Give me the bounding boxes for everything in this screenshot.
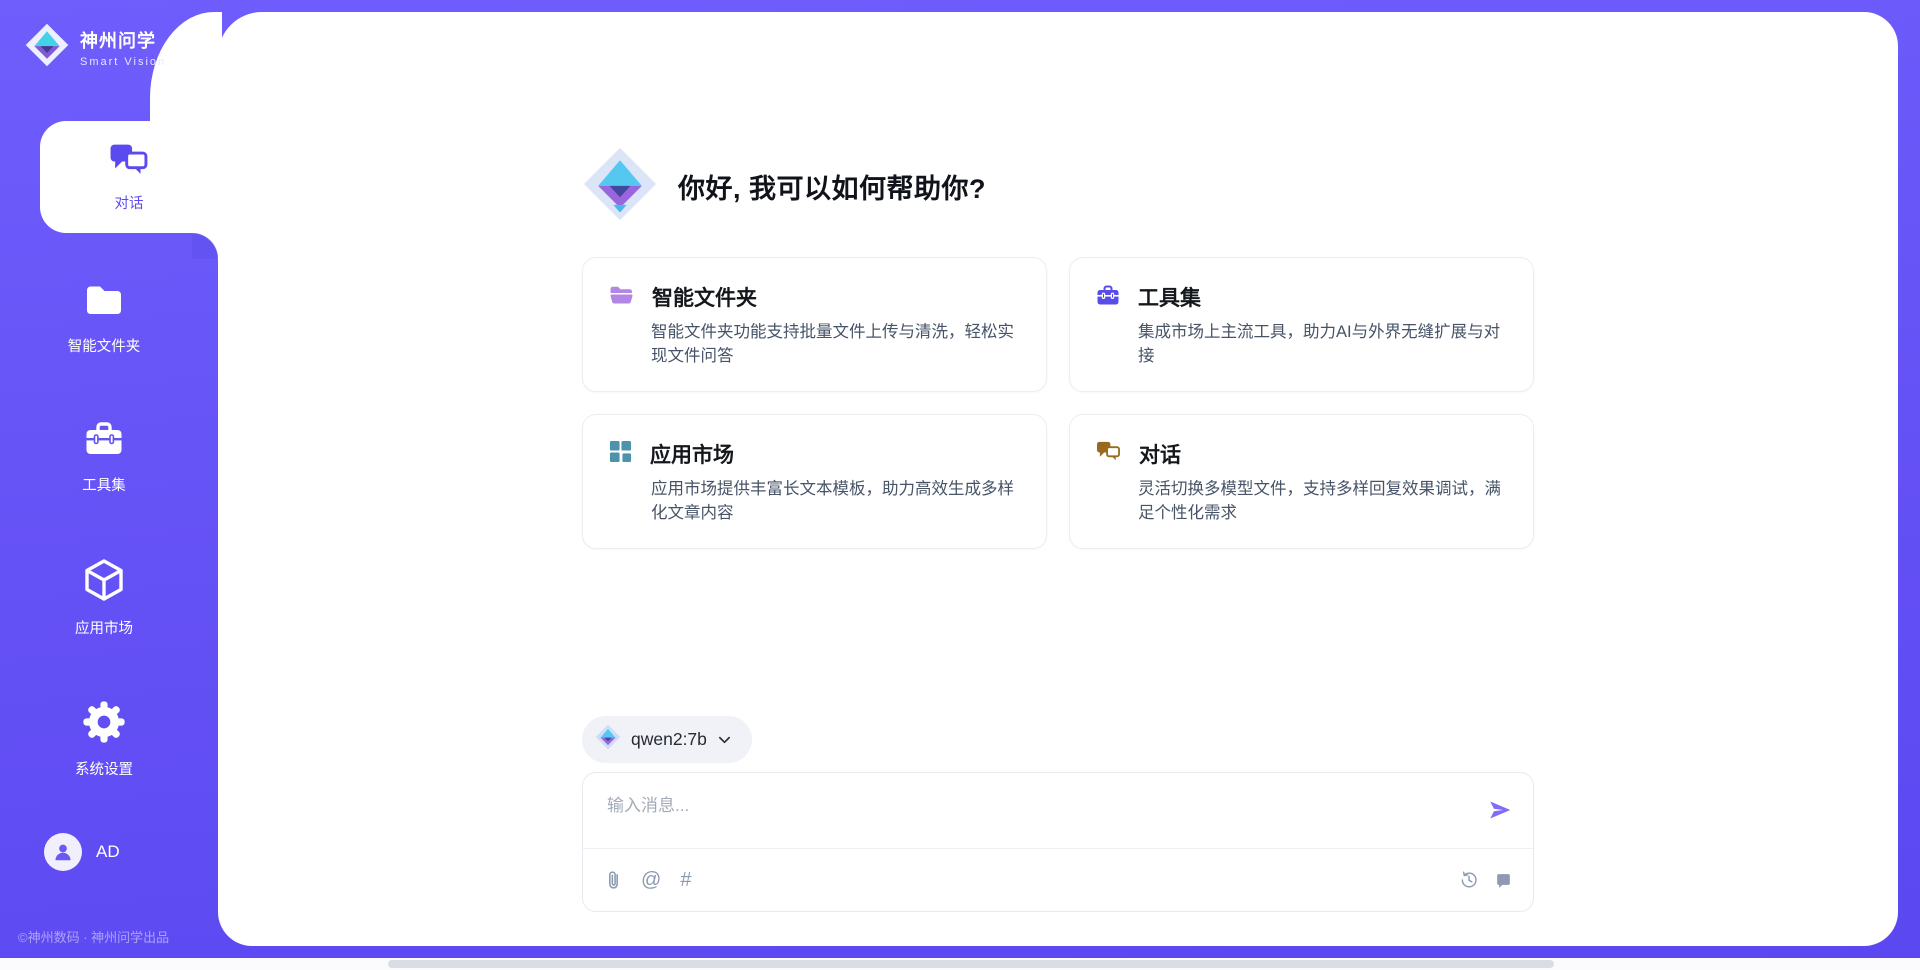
main-content: 你好, 我可以如何帮助你? 智能文件夹 智能文件夹功能支持批量文件上传与清洗，轻… [218,12,1898,946]
attachment-icon[interactable] [605,870,622,891]
chat-icon [109,141,149,184]
user-account[interactable]: AD [44,833,218,871]
card-description: 集成市场上主流工具，助力AI与外界无缝扩展与对接 [1138,321,1507,369]
card-title: 应用市场 [650,439,734,469]
person-icon [52,841,74,863]
cube-icon [81,557,127,608]
folder-icon [81,279,127,326]
message-input-box: @ # [582,772,1534,912]
briefcase-icon [81,418,127,465]
sidebar-item-settings[interactable]: 系统设置 [0,700,208,779]
window-scrollbar[interactable] [0,958,1920,970]
model-selector[interactable]: qwen2:7b [582,716,752,763]
model-diamond-icon [595,724,621,755]
mention-icon[interactable]: @ [641,870,661,890]
brand-name: 神州问学 [80,27,166,53]
hero-diamond-icon [582,146,658,227]
grid-icon [609,440,632,468]
sidebar-item-label: 智能文件夹 [68,335,141,356]
card-smart-folder[interactable]: 智能文件夹 智能文件夹功能支持批量文件上传与清洗，轻松实现文件问答 [582,257,1047,392]
card-title: 对话 [1139,439,1181,469]
brand-logo: 神州问学 Smart Vision [0,0,218,73]
composer: qwen2:7b [582,716,1534,946]
sidebar-item-toolset[interactable]: 工具集 [0,418,208,495]
hashtag-icon[interactable]: # [680,870,691,890]
message-input[interactable] [607,791,1487,835]
sidebar: 神州问学 Smart Vision 对话 智能文件夹 [0,0,218,958]
greeting-title: 你好, 我可以如何帮助你? [678,167,986,206]
model-name: qwen2:7b [631,729,707,750]
card-toolset[interactable]: 工具集 集成市场上主流工具，助力AI与外界无缝扩展与对接 [1069,257,1534,392]
feature-cards: 智能文件夹 智能文件夹功能支持批量文件上传与清洗，轻松实现文件问答 工具集 集成… [582,257,1534,549]
history-icon[interactable] [1459,870,1479,890]
copyright-text: ©神州数码 · 神州问学出品 [0,927,218,958]
scrollbar-thumb[interactable] [388,960,1554,968]
sidebar-item-label: 应用市场 [75,617,133,638]
sidebar-item-label: 系统设置 [75,758,133,779]
card-chat[interactable]: 对话 灵活切换多模型文件，支持多样回复效果调试，满足个性化需求 [1069,414,1534,549]
card-app-market[interactable]: 应用市场 应用市场提供丰富长文本模板，助力高效生成多样化文章内容 [582,414,1047,549]
sidebar-item-chat[interactable]: 对话 [40,121,218,233]
card-title: 智能文件夹 [652,282,757,312]
brand-diamond-icon [24,22,70,73]
gear-icon [82,700,126,749]
card-description: 灵活切换多模型文件，支持多样回复效果调试，满足个性化需求 [1138,478,1507,526]
chat-icon [1096,440,1121,468]
card-title: 工具集 [1138,282,1201,312]
avatar [44,833,82,871]
card-description: 智能文件夹功能支持批量文件上传与清洗，轻松实现文件问答 [651,321,1020,369]
sidebar-item-smart-folder[interactable]: 智能文件夹 [0,279,208,356]
sidebar-item-label: 工具集 [82,474,126,495]
briefcase-icon [1096,284,1120,311]
chevron-down-icon [717,732,732,747]
folder-open-icon [609,284,634,311]
comment-icon[interactable] [1494,871,1513,890]
card-description: 应用市场提供丰富长文本模板，助力高效生成多样化文章内容 [651,478,1020,526]
send-icon[interactable] [1487,797,1513,848]
sidebar-item-label: 对话 [115,192,144,213]
brand-subtitle: Smart Vision [80,56,166,68]
greeting-row: 你好, 我可以如何帮助你? [582,146,1534,227]
sidebar-item-app-market[interactable]: 应用市场 [0,557,208,638]
user-name: AD [96,842,120,862]
